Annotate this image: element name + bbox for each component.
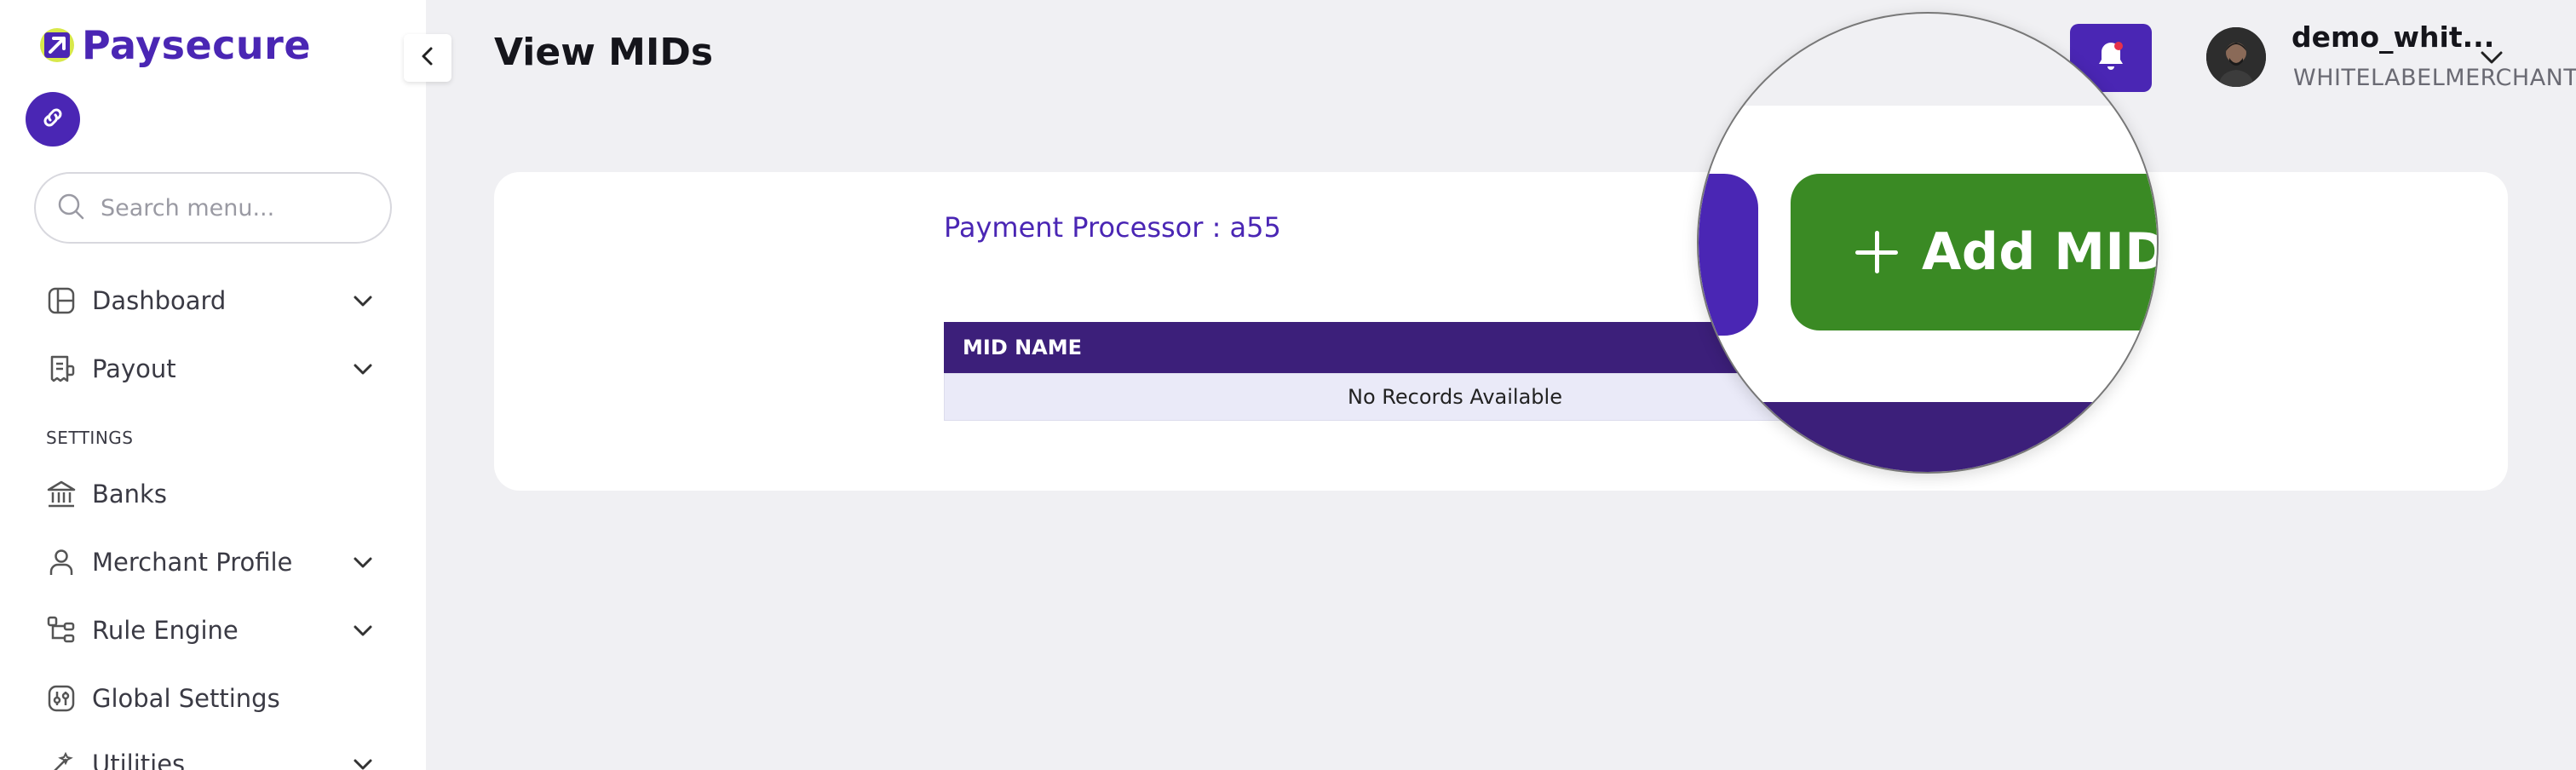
brand-name: Paysecure <box>82 22 312 68</box>
chevron-down-icon[interactable] <box>349 355 377 382</box>
chevron-down-icon[interactable] <box>349 750 377 770</box>
sidebar-item-label: Utilities <box>92 750 186 770</box>
avatar[interactable] <box>2206 27 2266 87</box>
sidebar-item-label: Banks <box>92 480 167 509</box>
sidebar-item-label: Dashboard <box>92 286 227 315</box>
dashboard-icon <box>44 284 78 318</box>
avatar-image <box>2206 27 2266 87</box>
empty-state-text: No Records Available <box>1348 385 1562 409</box>
chevron-left-icon <box>417 45 439 71</box>
column-header-mid-name: MID NAME <box>963 336 1083 359</box>
user-icon <box>44 545 78 579</box>
sidebar-item-merchant-profile[interactable]: Merchant Profile <box>44 541 377 583</box>
sidebar-item-global-settings[interactable]: Global Settings <box>44 677 377 720</box>
chevron-down-icon[interactable] <box>349 549 377 576</box>
add-mid-button[interactable]: Add MID <box>1791 174 2159 330</box>
sidebar: Paysecure Dashboard Payout <box>0 0 426 770</box>
user-role: WHITELABELMERCHANT <box>2293 65 2576 91</box>
link-icon <box>39 104 66 135</box>
sidebar-item-banks[interactable]: Banks <box>44 473 377 515</box>
zoom-magnifier: Add MID <box>1697 12 2159 474</box>
page-title: View MIDs <box>494 31 714 74</box>
bell-icon <box>2092 37 2130 78</box>
bank-icon <box>44 477 78 511</box>
user-name[interactable]: demo_whit... <box>2291 20 2494 54</box>
paysecure-logo-icon <box>37 26 77 65</box>
chevron-down-icon[interactable] <box>349 617 377 644</box>
add-mid-label: Add MID <box>1922 222 2159 282</box>
sidebar-item-label: Global Settings <box>92 684 280 713</box>
sidebar-item-rule-engine[interactable]: Rule Engine <box>44 609 377 652</box>
sidebar-item-label: Rule Engine <box>92 616 239 645</box>
sidebar-item-label: Merchant Profile <box>92 548 293 577</box>
chevron-down-icon[interactable] <box>2477 43 2506 75</box>
sidebar-item-utilities[interactable]: Utilities <box>44 743 377 770</box>
magnified-table-header <box>1699 402 2157 472</box>
link-button[interactable] <box>26 92 80 147</box>
collapse-sidebar-button[interactable] <box>404 34 451 82</box>
brand-logo[interactable]: Paysecure <box>37 22 311 68</box>
chevron-down-icon[interactable] <box>349 287 377 314</box>
sidebar-item-dashboard[interactable]: Dashboard <box>44 279 377 322</box>
payout-icon <box>44 352 78 386</box>
utilities-icon <box>44 747 78 770</box>
plus-icon <box>1855 231 1898 273</box>
search-input[interactable] <box>101 194 373 221</box>
search-icon <box>56 192 85 224</box>
settings-section-label: SETTINGS <box>46 428 134 448</box>
sidebar-item-payout[interactable]: Payout <box>44 348 377 390</box>
global-settings-icon <box>44 681 78 715</box>
rule-engine-icon <box>44 613 78 647</box>
sidebar-item-label: Payout <box>92 354 176 383</box>
search-box[interactable] <box>34 172 392 244</box>
payment-processor-label: Payment Processor : a55 <box>944 211 1281 244</box>
magnified-secondary-button[interactable] <box>1699 174 1758 336</box>
